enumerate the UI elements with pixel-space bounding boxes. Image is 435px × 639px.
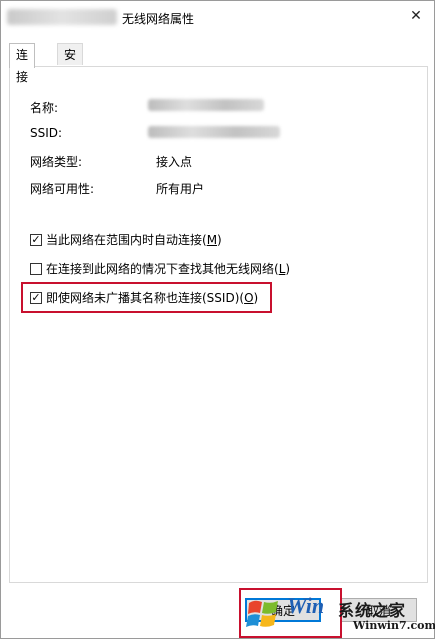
- wireless-properties-dialog: 无线网络属性 ✕ 连接 安全 名称: SSID: 网络类型: 接入点 网络可用性…: [0, 0, 435, 639]
- look-for-other-networks-checkbox[interactable]: [30, 262, 42, 275]
- name-value-redacted: [148, 99, 264, 111]
- auto-connect-suffix: ): [217, 232, 222, 247]
- name-label: 名称:: [30, 101, 59, 115]
- network-availability-value: 所有用户: [156, 182, 205, 196]
- option-highlight-box: [21, 282, 272, 313]
- cancel-button-label: 取消: [366, 603, 391, 618]
- close-button[interactable]: ✕: [401, 3, 431, 29]
- look-for-other-networks-mnemonic: L: [278, 261, 286, 276]
- close-icon: ✕: [410, 8, 422, 24]
- tab-connection-label: 连接: [16, 48, 29, 84]
- look-for-other-networks-suffix: ): [285, 261, 291, 276]
- ssid-label: SSID:: [30, 126, 63, 140]
- window-title: 无线网络属性: [122, 12, 195, 26]
- cancel-button[interactable]: 取消: [341, 598, 417, 622]
- ssid-value-redacted: [148, 126, 280, 138]
- look-for-other-networks-label: 在连接到此网络的情况下查找其他无线网络(: [46, 262, 279, 276]
- connection-panel: [9, 66, 428, 583]
- title-bar: 无线网络属性 ✕: [1, 1, 434, 33]
- auto-connect-mnemonic: M: [206, 232, 218, 247]
- network-type-value: 接入点: [156, 155, 193, 169]
- network-type-label: 网络类型:: [30, 155, 83, 169]
- network-availability-label: 网络可用性:: [30, 182, 95, 196]
- tab-connection[interactable]: 连接: [9, 43, 36, 84]
- look-for-other-networks-option[interactable]: 在连接到此网络的情况下查找其他无线网络(L): [30, 260, 290, 277]
- ok-highlight-box: [239, 588, 342, 638]
- tab-security[interactable]: 安全: [57, 43, 84, 84]
- auto-connect-checkbox[interactable]: ✓: [30, 233, 42, 246]
- auto-connect-option[interactable]: ✓ 当此网络在范围内时自动连接(M): [30, 231, 222, 248]
- auto-connect-label: 当此网络在范围内时自动连接(: [46, 233, 207, 247]
- redacted-network-name: [7, 9, 117, 25]
